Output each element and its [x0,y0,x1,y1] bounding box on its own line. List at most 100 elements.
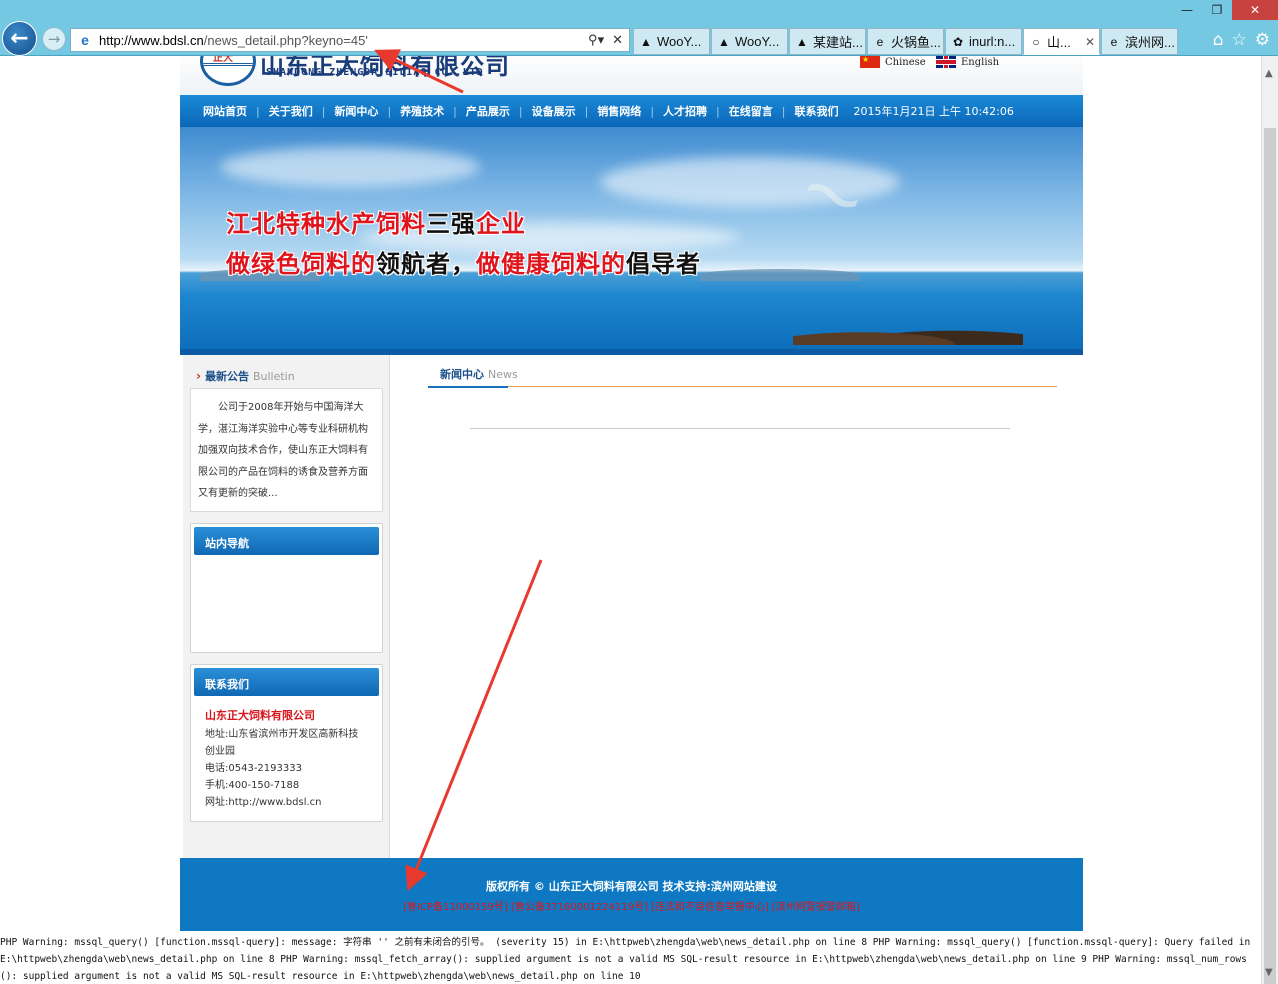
wooyun-icon: ▲ [718,34,730,49]
lang-chinese-label: Chinese [885,56,926,68]
ie-icon: e [876,34,884,49]
rocks-graphic [793,323,1023,345]
slogan-line-1: 江北特种水产饲料三强企业 [226,204,526,239]
settings-gear-icon[interactable]: ⚙ [1255,30,1270,50]
browser-tab[interactable]: ▲ 某建站... [789,28,866,55]
bulletin-title: 最新公告 [204,370,249,383]
nav-item[interactable]: 销售网络 [588,103,650,119]
vertical-scrollbar[interactable]: ▲ ▼ [1261,56,1278,984]
slogan-segment: 倡导者 [626,250,701,278]
browser-tab-label: WooY... [657,34,702,49]
nav-item[interactable]: 养殖技术 [391,103,453,119]
slogan-segment: 做绿色饲料的 [226,250,376,278]
site-nav-title: 站内导航 [194,527,379,555]
slogan-line-2: 做绿色饲料的领航者，做健康饲料的倡导者 [226,244,701,279]
forward-arrow-icon[interactable]: → [42,27,66,51]
close-window-icon[interactable]: ✕ [1232,0,1278,20]
news-header: 新闻中心 News [428,366,1057,388]
browser-tab[interactable]: ✿ inurl:n... [945,28,1022,55]
close-tab-icon[interactable]: ✕ [1085,35,1095,49]
browser-tab-label: 火锅鱼... [891,35,941,50]
nav-item[interactable]: 新闻中心 [325,103,387,119]
browser-tab-label: 某建站... [813,35,863,50]
nav-item[interactable]: 网站首页 [194,103,256,119]
nav-datetime: 2015年1月21日 上午 10:42:06 [853,105,1014,118]
ie-icon: e [1110,34,1118,49]
home-icon[interactable]: ⌂ [1213,30,1224,50]
url-path: /news_detail.php?keyno=45' [203,32,368,48]
slogan-segment: 做健康饲料的 [476,250,626,278]
nav-item[interactable]: 产品展示 [457,103,519,119]
wooyun-icon: ▲ [796,34,808,49]
browser-tab[interactable]: e 滨州网... [1101,28,1178,55]
footer-copyright: 版权所有 © 山东正大饲料有限公司 技术支持:滨州网站建设 [486,880,777,893]
footer-links[interactable]: [鲁ICP备11000159号] [鲁公备37160001224119号] [违… [180,898,1083,913]
browser-tab[interactable]: e 火锅鱼... [867,28,944,55]
hero-banner: ~ 江北特种水产饲料三强企业 做绿色饲料的领航者，做健康饲料的倡导者 [180,127,1083,355]
lang-english-link[interactable]: English [936,56,999,68]
minimize-icon[interactable]: — [1172,0,1202,20]
stop-icon[interactable]: ✕ [612,32,623,48]
news-title: 新闻中心 [440,368,484,381]
wooyun-icon: ▲ [640,34,652,49]
browser-tab-label: WooY... [735,34,780,49]
window-controls: — ❐ ✕ [1172,0,1278,20]
nav-item[interactable]: 设备展示 [523,103,585,119]
nav-item[interactable]: 人才招聘 [654,103,716,119]
contact-mobile: 手机:400-150-7188 [205,780,300,791]
favorites-star-icon[interactable]: ☆ [1232,30,1247,50]
browser-tab[interactable]: ▲ WooY... [633,28,710,55]
lang-chinese-link[interactable]: Chinese [860,56,926,68]
ie-icon: e [81,32,89,48]
shrimp-graphic: ~ [783,137,884,250]
contact-title: 联系我们 [194,668,379,696]
bulletin-text: 公司于2008年开始与中国海洋大学，湛江海洋实验中心等专业科研机构加强双向技术合… [190,388,383,512]
site-nav-panel: 站内导航 [190,523,383,653]
paw-icon: ✿ [952,34,964,49]
slogan-segment: 领航者， [376,250,476,278]
browser-tab[interactable]: ○ 山... ✕ [1023,28,1100,55]
browser-icons: ⌂ ☆ ⚙ [1213,30,1270,50]
main-content: 新闻中心 News [428,355,1058,858]
tab-strip: ▲ WooY... ▲ WooY... ▲ 某建站... e 火锅鱼... ✿ inurl:n..… [633,28,1179,55]
slogan-segment: 江北特种水产饲料 [226,210,426,238]
contact-phone: 电话:0543-2193333 [205,763,302,774]
website: 正大 山东正大饲料有限公司 SHANDONG ZHENGDA SILIAO CO… [180,56,1083,931]
slogan-segment: 企业 [476,210,526,238]
chevron-right-icon: › [196,369,201,383]
site-header: 正大 山东正大饲料有限公司 SHANDONG ZHENGDA SILIAO CO… [180,56,1083,95]
bulletin-title-en: Bulletin [252,369,295,383]
company-logo: 正大 [200,56,256,86]
browser-tab-label: 滨州网... [1125,35,1175,50]
scroll-up-icon[interactable]: ▲ [1265,68,1273,79]
lang-english-label: English [961,56,1000,68]
contact-company: 山东正大饲料有限公司 [205,709,315,722]
news-title-en: News [488,368,518,381]
main-nav: 网站首页 | 关于我们 | 新闻中心 | 养殖技术 | 产品展示 | 设备展示 | 销售网络 | 人才招聘 |… [180,95,1083,127]
back-arrow-icon[interactable]: ← [2,21,37,56]
news-divider [470,428,1010,429]
bulletin-header: › 最新公告 Bulletin [196,368,295,384]
uk-flag-icon [936,56,956,68]
address-bar[interactable]: e http://www.bdsl.cn/news_detail.php?key… [70,28,630,52]
logo-company-name-en: SHANDONG ZHENGDA SILIAO CO.,LTD [266,67,484,78]
contact-address: 地址:山东省滨州市开发区高新科技创业园 [205,729,359,757]
search-icon[interactable]: ⚲▾ [588,32,604,48]
contact-panel: 联系我们 山东正大饲料有限公司 地址:山东省滨州市开发区高新科技创业园 电话:0… [190,664,383,822]
browser-toolbar: ← → e http://www.bdsl.cn/news_detail.php… [0,0,1278,56]
contact-website: 网址:http://www.bdsl.cn [205,797,322,808]
nav-item[interactable]: 在线留言 [720,103,782,119]
scroll-down-icon[interactable]: ▼ [1265,967,1273,978]
content-area: › 最新公告 Bulletin 公司于2008年开始与中国海洋大学，湛江海洋实验… [180,355,1083,858]
site-footer: 版权所有 © 山东正大饲料有限公司 技术支持:滨州网站建设 [鲁ICP备1100… [180,858,1083,931]
loading-icon: ○ [1032,34,1040,49]
nav-item[interactable]: 关于我们 [260,103,322,119]
php-warning-text: PHP Warning: mssql_query() [function.mss… [0,937,1251,982]
restore-icon[interactable]: ❐ [1202,0,1232,20]
nav-item[interactable]: 联系我们 [785,103,847,119]
china-flag-icon [860,56,880,68]
left-sidebar: › 最新公告 Bulletin 公司于2008年开始与中国海洋大学，湛江海洋实验… [183,355,390,858]
scroll-thumb[interactable] [1264,128,1276,984]
browser-tab[interactable]: ▲ WooY... [711,28,788,55]
browser-tab-label: inurl:n... [969,34,1016,49]
